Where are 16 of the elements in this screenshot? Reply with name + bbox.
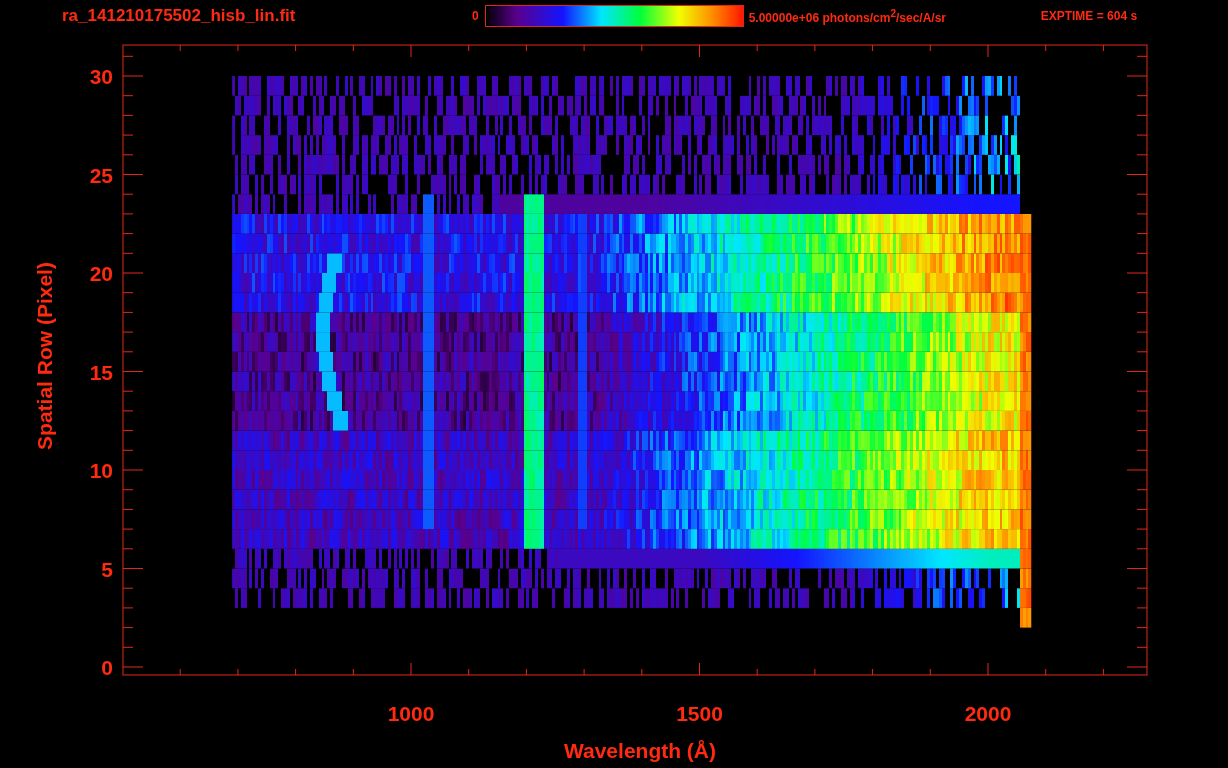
- y-tick-label: 0: [101, 656, 113, 679]
- y-tick-label: 25: [89, 163, 113, 187]
- y-axis-label: Spatial Row (Pixel): [33, 262, 56, 450]
- x-axis-label: Wavelength (Å): [563, 739, 717, 762]
- exposure-time: EXPTIME = 604 s: [1040, 9, 1138, 23]
- y-tick-label: 5: [101, 557, 113, 581]
- colorbar-max-label: 5.00000e+06 photons/cm$^{2}$/sec/A/sr: [748, 7, 948, 25]
- x-tick-label: 1500: [676, 702, 723, 725]
- x-tick-label: 2000: [964, 702, 1012, 725]
- file-title: ra_141210175502_hisb_lin.fit: [62, 6, 297, 26]
- y-tick-label: 30: [89, 65, 113, 88]
- x-tick-label: 1000: [387, 702, 435, 725]
- y-tick-label: 10: [89, 459, 113, 482]
- colorbar-min-label: 0: [472, 9, 479, 23]
- y-tick-label: 15: [89, 360, 113, 384]
- y-tick-label: 20: [89, 262, 113, 285]
